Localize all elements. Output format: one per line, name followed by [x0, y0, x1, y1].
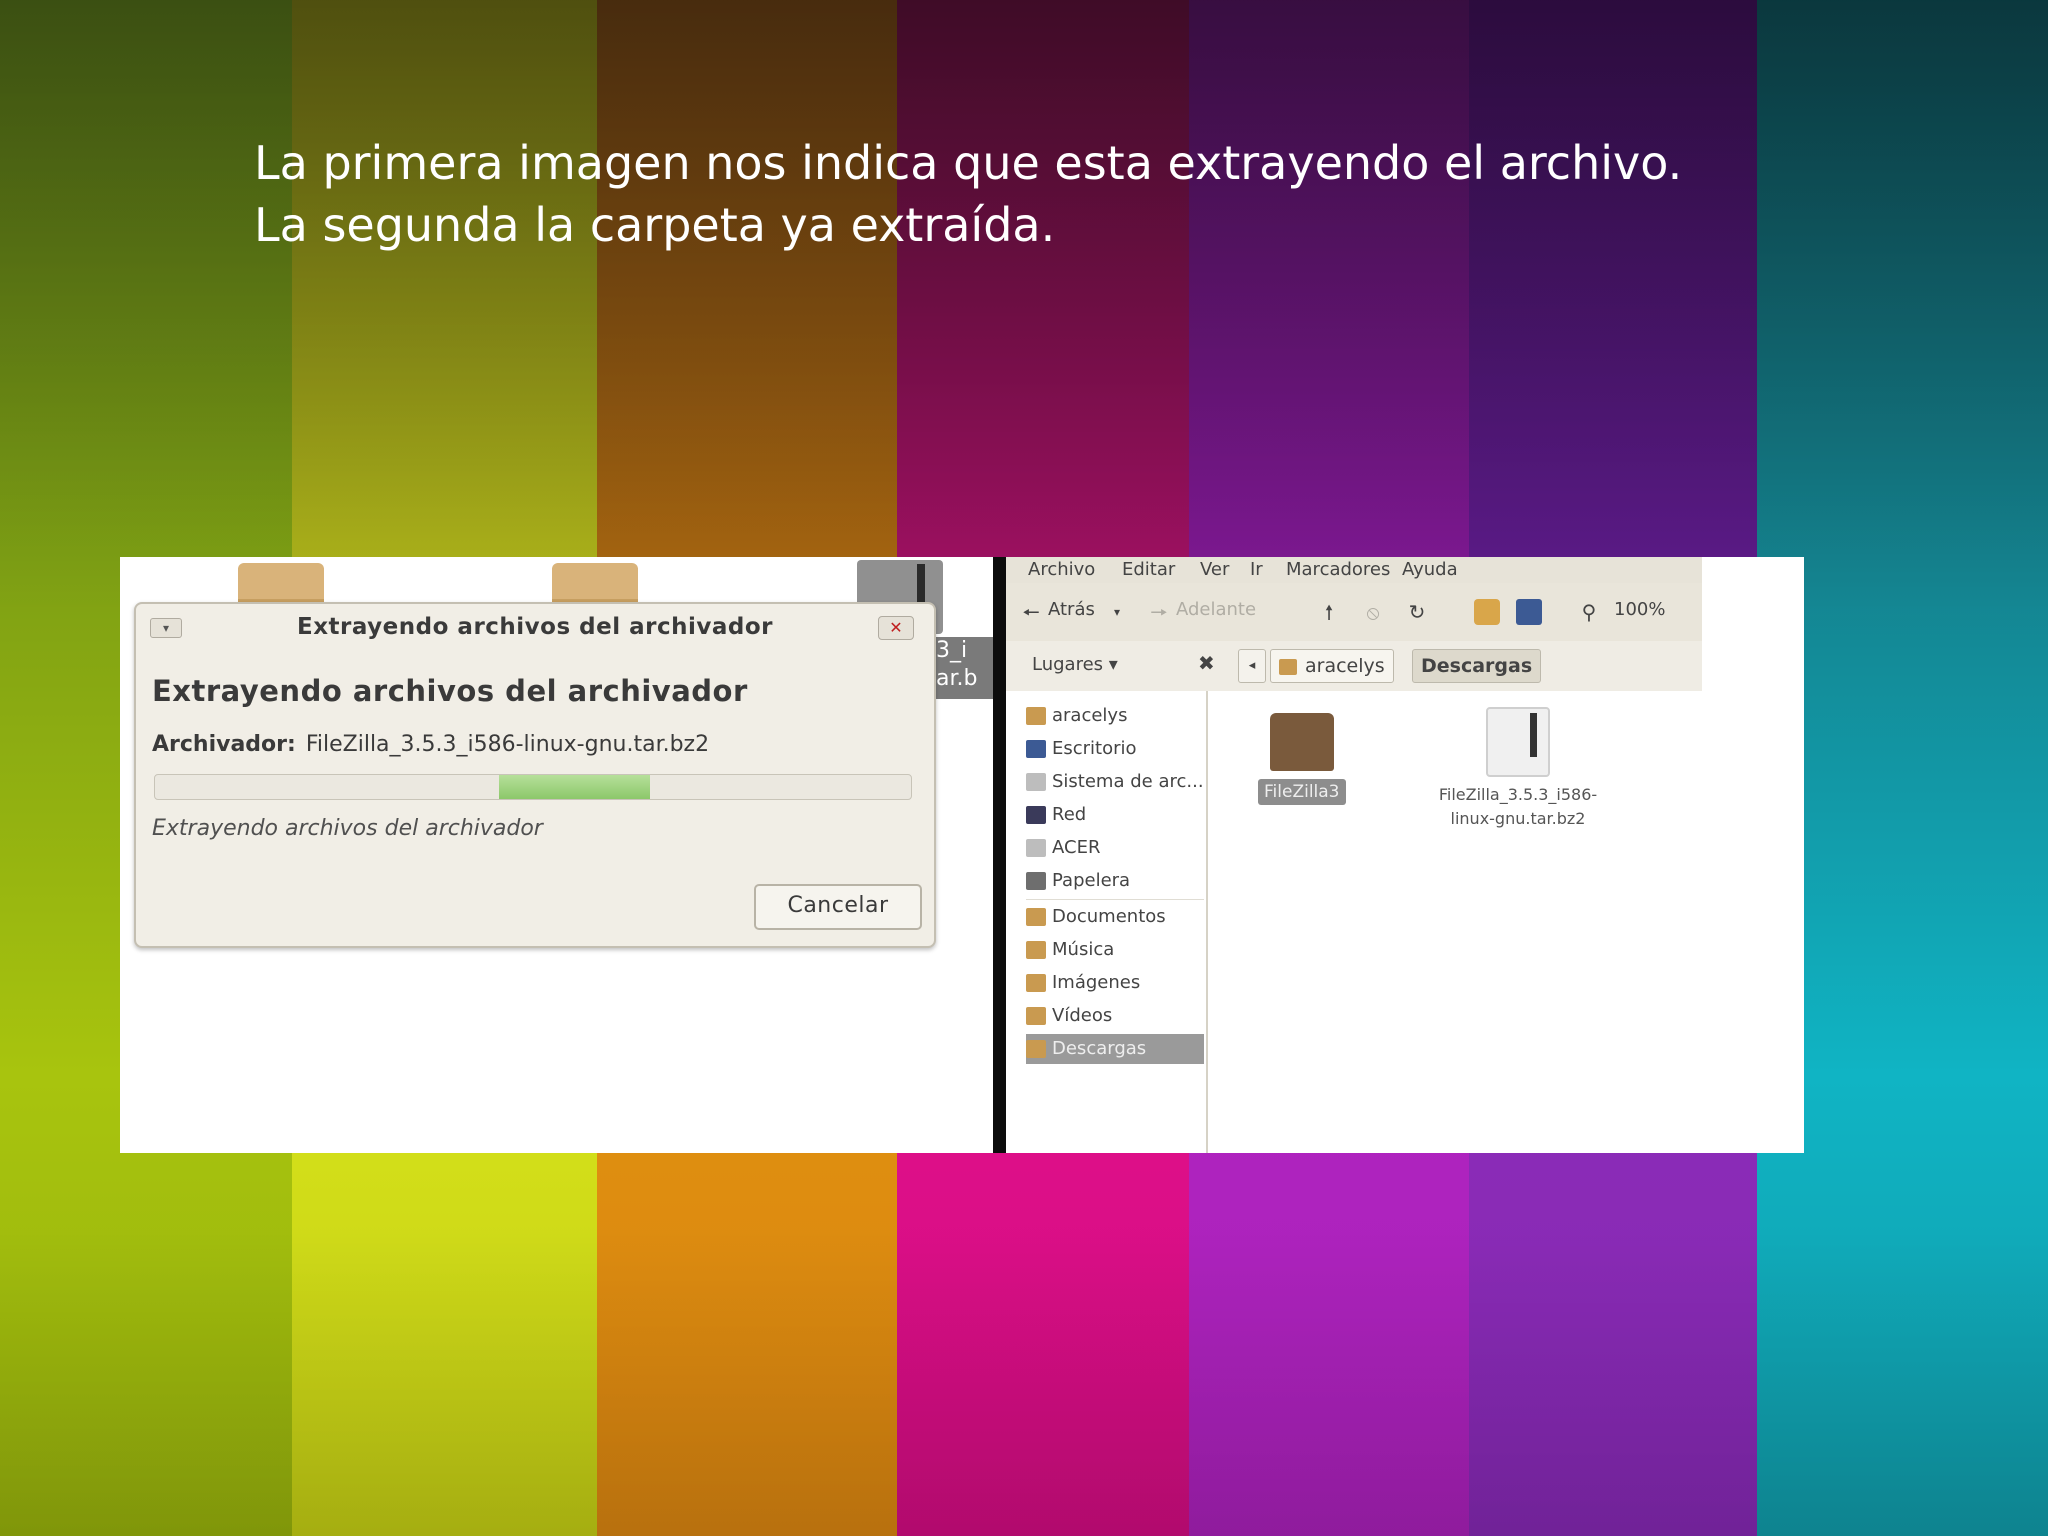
desktop-icon: [1026, 740, 1046, 758]
slide-caption: La primera imagen nos indica que esta ex…: [254, 132, 1854, 256]
folder-label-filezilla3[interactable]: FileZilla3: [1258, 779, 1346, 805]
archive-file-label[interactable]: FileZilla_3.5.3_i586- linux-gnu.tar.bz2: [1428, 783, 1608, 831]
sidebar-item-imagenes[interactable]: Imágenes: [1026, 968, 1204, 998]
menu-marcadores[interactable]: Marcadores: [1286, 559, 1390, 580]
forward-button[interactable]: Adelante: [1176, 599, 1256, 620]
home-folder-icon: [1279, 658, 1297, 675]
sidebar-item-red[interactable]: Red: [1026, 800, 1204, 830]
menu-ayuda[interactable]: Ayuda: [1402, 559, 1458, 580]
menu-editar[interactable]: Editar: [1122, 559, 1175, 580]
folder-icon[interactable]: [1270, 713, 1334, 771]
menu-archivo[interactable]: Archivo: [1028, 559, 1095, 580]
close-icon[interactable]: ✕: [878, 616, 914, 640]
back-button[interactable]: Atrás: [1048, 599, 1095, 620]
zoom-icon[interactable]: ⚲: [1576, 599, 1602, 625]
dialog-heading: Extrayendo archivos del archivador: [152, 674, 748, 708]
progress-bar: [154, 774, 912, 800]
back-arrow-icon: 🠔: [1022, 600, 1040, 624]
progress-status: Extrayendo archivos del archivador: [152, 816, 543, 841]
path-back-icon[interactable]: ◂: [1238, 649, 1266, 683]
folder-icon: [1026, 1007, 1046, 1025]
close-sidebar-icon[interactable]: ✖: [1198, 651, 1215, 675]
menu-ir[interactable]: Ir: [1250, 559, 1263, 580]
folder-icon: [1026, 974, 1046, 992]
desktop-folder-icon[interactable]: [552, 563, 638, 607]
extraction-dialog: ▾ Extrayendo archivos del archivador ✕ E…: [134, 602, 936, 948]
toolbar: 🠔 Atrás ▾ 🠖 Adelante 🠕 ⦸ ↻ ⚲ 100%: [1006, 583, 1702, 642]
folder-icon: [1026, 707, 1046, 725]
folder-icon: [1026, 1040, 1046, 1058]
sidebar-item-documentos[interactable]: Documentos: [1026, 902, 1204, 932]
home-icon[interactable]: [1474, 599, 1500, 625]
folder-icon: [1026, 941, 1046, 959]
extraction-screenshot: 3_i ar.b ▾ Extrayendo archivos del archi…: [120, 557, 996, 1153]
sidebar-item-papelera[interactable]: Papelera: [1026, 866, 1204, 896]
sidebar-item-filesystem[interactable]: Sistema de arc...: [1026, 767, 1204, 797]
sidebar-item-musica[interactable]: Música: [1026, 935, 1204, 965]
cancel-button[interactable]: Cancelar: [754, 884, 922, 930]
archive-filename: FileZilla_3.5.3_i586-linux-gnu.tar.bz2: [305, 732, 710, 757]
path-crumb-descargas[interactable]: Descargas: [1412, 649, 1542, 683]
reload-icon[interactable]: ↻: [1404, 599, 1430, 625]
screenshot-divider: [993, 557, 1006, 1153]
file-view: FileZilla3 FileZilla_3.5.3_i586- linux-g…: [1208, 691, 1804, 1153]
archive-info: Archivador: FileZilla_3.5.3_i586-linux-gn…: [152, 732, 709, 757]
stop-icon[interactable]: ⦸: [1360, 599, 1386, 625]
menu-bar: Archivo Editar Ver Ir Marcadores Ayuda: [1006, 557, 1702, 583]
up-arrow-icon[interactable]: 🠕: [1316, 599, 1342, 625]
trash-icon: [1026, 872, 1046, 890]
folder-icon: [1026, 908, 1046, 926]
sidebar-item-acer[interactable]: ACER: [1026, 833, 1204, 863]
archive-label: Archivador:: [152, 732, 296, 757]
path-crumb-aracelys[interactable]: aracelys: [1270, 649, 1394, 683]
caption-line-1: La primera imagen nos indica que esta ex…: [254, 136, 1683, 190]
archive-file-icon[interactable]: [1486, 707, 1550, 777]
location-bar: Lugares ▾ ✖ ◂ aracelys Descargas: [1006, 641, 1702, 692]
forward-arrow-icon: 🠖: [1150, 600, 1168, 624]
back-history-chevron-icon[interactable]: ▾: [1104, 599, 1130, 625]
sidebar-item-descargas[interactable]: Descargas: [1026, 1034, 1204, 1064]
places-dropdown[interactable]: Lugares ▾: [1032, 654, 1118, 675]
drive-icon: [1026, 773, 1046, 791]
caption-line-2: La segunda la carpeta ya extraída.: [254, 198, 1056, 252]
dialog-title: Extrayendo archivos del archivador: [296, 614, 773, 640]
file-manager-screenshot: Archivo Editar Ver Ir Marcadores Ayuda 🠔…: [1006, 557, 1804, 1153]
screenshot-frame: 3_i ar.b ▾ Extrayendo archivos del archi…: [120, 557, 1804, 1153]
desktop-file-label: 3_i ar.b: [936, 637, 996, 699]
places-sidebar: aracelys Escritorio Sistema de arc... Re…: [1006, 691, 1208, 1153]
sidebar-separator: [1026, 899, 1204, 900]
menu-ver[interactable]: Ver: [1200, 559, 1229, 580]
sidebar-item-videos[interactable]: Vídeos: [1026, 1001, 1204, 1031]
computer-icon[interactable]: [1516, 599, 1542, 625]
network-icon: [1026, 806, 1046, 824]
zoom-level: 100%: [1614, 599, 1666, 620]
progress-pulse: [499, 775, 650, 799]
sidebar-item-aracelys[interactable]: aracelys: [1026, 701, 1204, 731]
drive-icon: [1026, 839, 1046, 857]
sidebar-item-escritorio[interactable]: Escritorio: [1026, 734, 1204, 764]
desktop-folder-icon[interactable]: [238, 563, 324, 607]
